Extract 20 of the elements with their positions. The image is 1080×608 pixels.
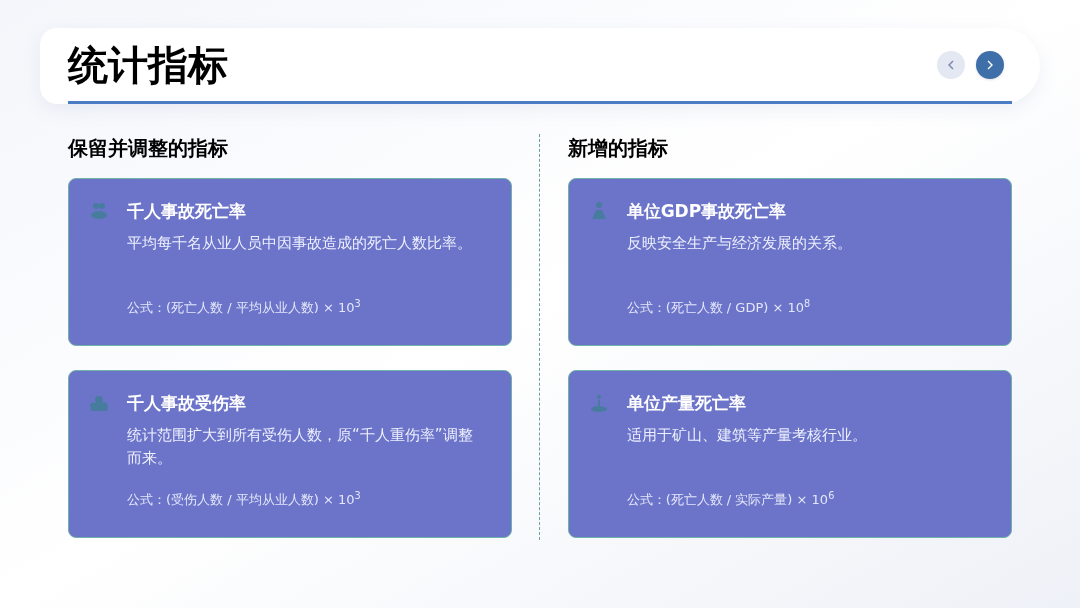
- people-icon: [89, 201, 109, 221]
- card-description: 统计范围扩大到所有受伤人数，原“千人重伤率”调整而来。: [127, 425, 474, 469]
- formula-text: 公式：(受伤人数 / 平均从业人数) × 10$^{3}$: [127, 491, 361, 509]
- section-heading: 新增的指标: [567, 135, 668, 162]
- card-description: 反映安全生产与经济发展的关系。: [626, 233, 853, 254]
- card-description: 适用于矿山、建筑等产量考核行业。: [626, 425, 868, 446]
- card-title: 单位GDP事故死亡率: [626, 200, 787, 223]
- formula-text: 公式：(死亡人数 / GDP) × 10$^{8}$: [626, 299, 811, 317]
- card-title: 单位产量死亡率: [626, 392, 746, 415]
- card-title: 千人事故受伤率: [127, 392, 246, 415]
- formula-text: 公式：(死亡人数 / 平均从业人数) × 10$^{3}$: [127, 299, 361, 317]
- section-heading: 保留并调整的指标: [68, 135, 228, 162]
- chevron-right-icon: [985, 58, 995, 71]
- group-icon: [89, 393, 109, 413]
- formula-text: 公式：(死亡人数 / 实际产量) × 10$^{6}$: [626, 491, 835, 509]
- card-description: 平均每千名从业人员中因事故造成的死亡人数比率。: [127, 233, 473, 254]
- chevron-left-icon: [946, 58, 956, 71]
- page-title: 统计指标: [68, 44, 228, 85]
- card-title: 千人事故死亡率: [127, 200, 246, 223]
- next-button[interactable]: [976, 50, 1004, 79]
